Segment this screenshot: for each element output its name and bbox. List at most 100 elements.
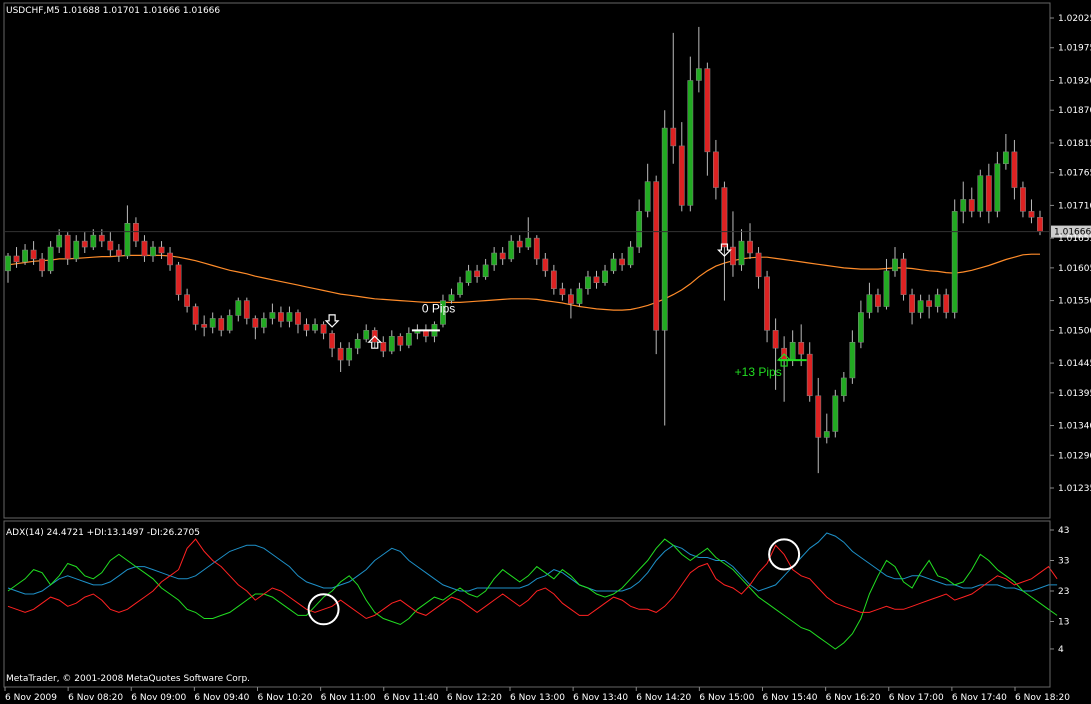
bear-candle [772, 330, 779, 349]
adx-tick-label: 33 [1058, 557, 1069, 567]
bear-candle [167, 252, 173, 266]
bull-candle [960, 199, 967, 212]
bull-candle [1002, 151, 1009, 165]
time-tick-label: 6 Nov 15:00 [699, 693, 754, 703]
bull-candle [585, 276, 591, 289]
bear-candle [499, 252, 506, 260]
pips-annotation: 0 Pips [422, 301, 455, 315]
bear-candle [295, 312, 301, 325]
bear-candle [133, 223, 139, 242]
bear-candle [721, 187, 728, 248]
bear-candle [619, 258, 625, 266]
bull-candle [56, 234, 63, 248]
bull-candle [286, 312, 293, 322]
bull-candle [346, 347, 353, 361]
bull-candle [602, 270, 608, 283]
price-tick-label: 1.01500 [1058, 326, 1091, 336]
bull-candle [994, 163, 1001, 212]
bull-candle [857, 312, 864, 343]
bull-candle [482, 264, 489, 278]
bull-candle [951, 211, 958, 313]
price-tick-label: 1.01235 [1058, 484, 1091, 494]
bear-candle [1020, 187, 1026, 212]
time-tick-label: 6 Nov 14:20 [636, 693, 691, 703]
bear-candle [397, 336, 404, 346]
bear-candle [559, 288, 566, 295]
bull-candle [934, 294, 941, 307]
bull-candle [5, 255, 11, 272]
bull-candle [627, 246, 634, 266]
bull-candle [354, 339, 361, 349]
bull-candle [823, 431, 830, 438]
price-tick-label: 1.01340 [1058, 422, 1091, 432]
bear-candle [474, 270, 480, 278]
bull-candle [687, 80, 694, 206]
price-tick-label: 1.01550 [1058, 297, 1091, 307]
bear-candle [764, 276, 770, 331]
price-tick-label: 1.01655 [1058, 234, 1091, 244]
time-tick-label: 6 Nov 17:00 [889, 693, 944, 703]
bull-candle [235, 300, 242, 316]
time-tick-label: 6 Nov 17:40 [952, 693, 1007, 703]
bear-candle [184, 294, 191, 307]
bear-candle [141, 240, 148, 257]
bear-candle [39, 258, 46, 272]
price-tick-label: 1.01710 [1058, 201, 1091, 211]
indicator-header: ADX(14) 24.4721 +DI:13.1497 -DI:26.2705 [6, 528, 200, 538]
price-tick-label: 1.01765 [1058, 169, 1091, 179]
bull-candle [491, 252, 498, 266]
bear-candle [115, 249, 122, 257]
bear-candle [192, 306, 199, 325]
bear-candle [1037, 217, 1043, 232]
time-tick-label: 6 Nov 09:40 [194, 693, 249, 703]
bear-candle [252, 318, 259, 328]
bull-candle [892, 258, 898, 272]
bull-candle [312, 324, 318, 331]
bear-candle [909, 294, 915, 313]
bear-candle [806, 353, 813, 397]
bear-candle [337, 347, 344, 361]
bull-candle [22, 249, 28, 263]
price-tick-label: 1.01395 [1058, 389, 1091, 399]
bull-candle [849, 341, 856, 379]
bull-candle [883, 270, 890, 307]
bear-candle [755, 252, 762, 278]
bear-candle [98, 234, 105, 242]
bear-candle [926, 300, 933, 307]
bear-candle [13, 255, 20, 263]
bear-candle [593, 276, 600, 283]
price-tick-label: 1.01445 [1058, 359, 1091, 369]
bear-candle [175, 264, 182, 295]
bear-candle [201, 324, 208, 328]
time-tick-label: 6 Nov 18:20 [1015, 693, 1070, 703]
symbol-header: USDCHF,M5 1.01688 1.01701 1.01666 1.0166… [6, 6, 220, 16]
bear-candle [1011, 151, 1018, 188]
bull-candle [610, 258, 617, 272]
bull-candle [209, 318, 216, 328]
price-tick-label: 1.01605 [1058, 264, 1091, 274]
time-tick-label: 6 Nov 15:40 [763, 693, 818, 703]
bear-candle [568, 294, 574, 304]
background [0, 0, 1091, 704]
adx-tick-label: 13 [1058, 618, 1069, 628]
bull-candle [832, 395, 839, 432]
bull-candle [695, 68, 702, 81]
bear-candle [542, 258, 549, 272]
bear-candle [747, 240, 753, 254]
bull-candle [789, 341, 796, 361]
copyright-text: MetaTrader, © 2001-2008 MetaQuotes Softw… [6, 674, 250, 684]
chart-canvas[interactable]: 0 Pips +13 Pips 1.02025 1.01975 1.01920 1.01… [0, 0, 1091, 704]
bear-candle [64, 234, 71, 260]
bull-candle [405, 333, 412, 346]
bear-candle [218, 318, 225, 331]
bear-candle [158, 246, 165, 254]
adx-tick-label: 4 [1058, 645, 1064, 655]
bear-candle [1028, 211, 1035, 218]
time-tick-label: 6 Nov 08:20 [68, 693, 123, 703]
price-tick-label: 1.01815 [1058, 139, 1091, 149]
price-tick-label: 1.02025 [1058, 14, 1091, 24]
bear-candle [243, 300, 250, 319]
bull-candle [269, 312, 276, 319]
price-tick-label: 1.01920 [1058, 76, 1091, 86]
bear-candle [968, 199, 975, 212]
